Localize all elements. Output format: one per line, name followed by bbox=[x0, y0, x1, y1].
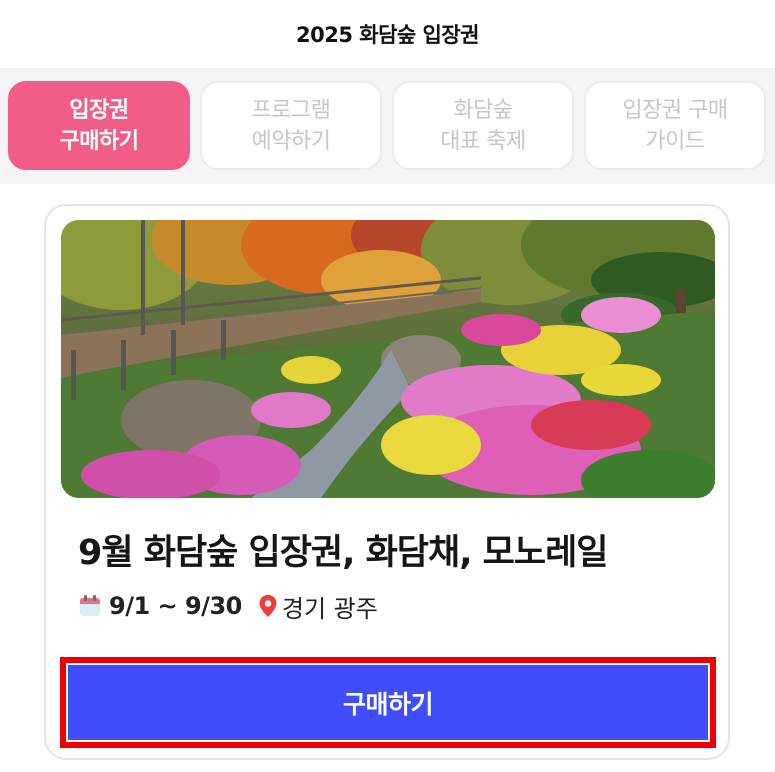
tab-label-line1: 프로그램 bbox=[251, 97, 331, 123]
product-card: 9월 화담숲 입장권, 화담채, 모노레일 9/1 ~ 9/30 경기 광주 구… bbox=[44, 204, 730, 760]
tab-label-line1: 입장권 bbox=[69, 97, 129, 123]
tab-program-reservation[interactable]: 프로그램 예약하기 bbox=[200, 81, 382, 170]
tab-label-line2: 구매하기 bbox=[59, 128, 139, 154]
tab-label-line2: 예약하기 bbox=[251, 128, 331, 154]
tab-bar: 입장권 구매하기 프로그램 예약하기 화담숲 대표 축제 입장권 구매 가이드 bbox=[0, 68, 775, 184]
page-title: 2025 화담숲 입장권 bbox=[296, 23, 480, 47]
tab-purchase-guide[interactable]: 입장권 구매 가이드 bbox=[584, 81, 766, 170]
product-image bbox=[61, 220, 715, 498]
buy-button-highlight: 구매하기 bbox=[60, 657, 716, 748]
buy-button[interactable]: 구매하기 bbox=[66, 663, 710, 742]
tab-label-line1: 화담숲 bbox=[453, 97, 513, 123]
date-range: 9/1 ~ 9/30 bbox=[109, 592, 242, 620]
tab-label-line1: 입장권 구매 bbox=[622, 97, 728, 123]
product-title: 9월 화담숲 입장권, 화담채, 모노레일 bbox=[78, 533, 608, 573]
calendar-icon bbox=[80, 595, 100, 616]
tab-label-line2: 대표 축제 bbox=[440, 128, 526, 154]
tab-label-line2: 가이드 bbox=[645, 128, 705, 154]
tab-festival[interactable]: 화담숲 대표 축제 bbox=[392, 81, 574, 170]
location-pin-icon bbox=[259, 595, 277, 617]
product-meta: 9/1 ~ 9/30 경기 광주 bbox=[78, 590, 378, 623]
tab-buy-ticket[interactable]: 입장권 구매하기 bbox=[8, 81, 190, 170]
location: 경기 광주 bbox=[281, 594, 378, 623]
app-header: 2025 화담숲 입장권 bbox=[0, 0, 775, 68]
